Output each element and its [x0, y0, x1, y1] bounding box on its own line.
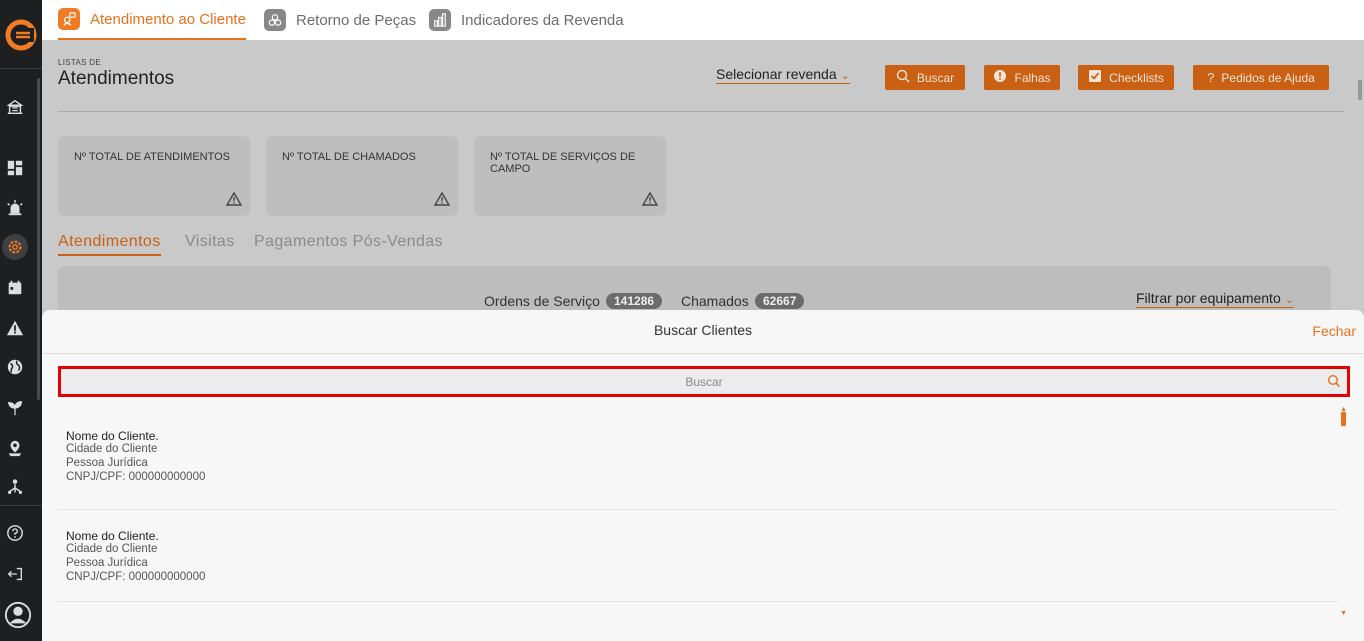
checklists-label: Checklists [1109, 70, 1164, 85]
tab-label: Indicadores da Revenda [461, 11, 624, 29]
client-doc: CNPJ/CPF: 000000000000 [66, 571, 206, 583]
top-tabs-bar: Atendimento ao Cliente Retorno de Peças … [42, 0, 1364, 40]
page-title: Atendimentos [58, 68, 175, 89]
list-scrollbar-thumb[interactable] [1341, 412, 1346, 426]
logout-icon [7, 567, 22, 581]
subtab-atendimentos[interactable]: Atendimentos [58, 233, 161, 256]
sidebar-item-help[interactable] [5, 523, 25, 543]
chamados-label: Chamados [681, 293, 749, 309]
chevron-down-icon: ⌄ [840, 70, 850, 82]
sidebar-item-calendar[interactable] [5, 278, 25, 298]
scroll-down-arrow-icon[interactable]: ▼ [1340, 610, 1347, 617]
warning-icon [434, 192, 450, 206]
stat-card-atendimentos: Nº TOTAL DE ATENDIMENTOS [58, 136, 250, 216]
search-field [58, 366, 1350, 397]
client-city: Cidade do Cliente [66, 543, 158, 555]
sidebar-item-plant[interactable] [5, 398, 25, 418]
gear-icon [8, 240, 22, 254]
pedidos-ajuda-button[interactable]: ? Pedidos de Ajuda [1193, 65, 1329, 90]
modal-header: Buscar Clientes Fechar [42, 310, 1364, 354]
tab-label: Atendimento ao Cliente [90, 10, 246, 28]
calendar-icon [8, 280, 22, 295]
sidebar-item-alarm[interactable] [5, 198, 25, 218]
chevron-down-icon: ⌄ [1284, 294, 1294, 306]
warning-icon [226, 192, 242, 206]
filtrar-equipamento-dropdown[interactable]: Filtrar por equipamento ⌄ [1136, 290, 1294, 308]
chamados-count-badge: 62667 [755, 293, 805, 309]
hierarchy-icon [7, 479, 23, 495]
sidebar-item-logout[interactable] [5, 564, 25, 584]
warning-icon [642, 192, 658, 206]
sidebar-item-location[interactable] [5, 438, 25, 458]
select-revenda-dropdown[interactable]: Selecionar revenda ⌄ [716, 66, 850, 84]
ordens-label: Ordens de Serviço [484, 293, 600, 309]
client-city: Cidade do Cliente [66, 443, 158, 455]
page-scrollbar[interactable] [1358, 80, 1362, 100]
client-type: Pessoa Jurídica [66, 457, 148, 469]
alert-circle-icon [993, 69, 1007, 86]
select-revenda-label: Selecionar revenda [716, 66, 837, 82]
close-button[interactable]: Fechar [1312, 323, 1356, 339]
question-icon: ? [1207, 70, 1215, 85]
stat-card-chamados: Nº TOTAL DE CHAMADOS [266, 136, 458, 216]
filtrar-label: Filtrar por equipamento [1136, 290, 1281, 306]
warning-icon [6, 320, 24, 336]
user-avatar-icon [4, 601, 32, 629]
stat-card-title: Nº TOTAL DE ATENDIMENTOS [74, 151, 231, 163]
tab-retorno-pecas[interactable]: Retorno de Peças [264, 0, 416, 40]
tab-atendimento[interactable]: Atendimento ao Cliente [58, 0, 246, 40]
service-person-icon [58, 8, 80, 30]
client-type: Pessoa Jurídica [66, 557, 148, 569]
sidebar-item-dashboard[interactable] [5, 158, 25, 178]
list-item[interactable]: Nome do Cliente. Cidade do Cliente Pesso… [58, 410, 1338, 510]
search-icon [896, 69, 910, 86]
subtab-visitas[interactable]: Visitas [185, 233, 235, 251]
building-icon [6, 99, 24, 115]
sidebar-scrollbar[interactable] [37, 78, 40, 400]
buscar-button[interactable]: Buscar [885, 65, 965, 90]
page-eyebrow: LISTAS DE [58, 58, 102, 67]
client-name: Nome do Cliente. [66, 529, 159, 543]
sidebar-item-dealer[interactable] [5, 97, 25, 117]
falhas-button[interactable]: Falhas [984, 65, 1060, 90]
globe-icon [7, 359, 23, 375]
alarm-icon [7, 199, 23, 216]
header-divider [58, 111, 1344, 112]
checklists-button[interactable]: Checklists [1078, 65, 1174, 90]
sidebar [0, 0, 42, 641]
search-icon[interactable] [1327, 374, 1341, 388]
list-item[interactable]: Nome do Cliente. Cidade do Cliente Pesso… [58, 510, 1338, 602]
stat-card-title: Nº TOTAL DE SERVIÇOS DE CAMPO [490, 151, 636, 175]
app-logo[interactable] [4, 18, 38, 52]
sidebar-item-profile[interactable] [3, 600, 33, 630]
sidebar-item-alerts[interactable] [5, 318, 25, 338]
help-icon [7, 525, 23, 541]
stat-card-title: Nº TOTAL DE CHAMADOS [282, 151, 416, 163]
stat-card-servicos-campo: Nº TOTAL DE SERVIÇOS DE CAMPO [474, 136, 666, 216]
sidebar-divider [0, 505, 42, 506]
sprout-icon [7, 401, 22, 416]
checkbox-icon [1088, 69, 1102, 86]
tab-label: Retorno de Peças [296, 11, 417, 29]
buscar-label: Buscar [916, 70, 955, 85]
falhas-label: Falhas [1014, 70, 1051, 85]
parts-icon [264, 9, 286, 31]
sidebar-item-hierarchy[interactable] [5, 477, 25, 497]
bar-chart-icon [429, 9, 451, 31]
sidebar-divider [0, 68, 42, 69]
map-pin-icon [8, 440, 22, 457]
sidebar-item-service[interactable] [2, 234, 28, 260]
subtab-pagamentos[interactable]: Pagamentos Pós-Vendas [254, 233, 443, 251]
pedidos-label: Pedidos de Ajuda [1221, 70, 1315, 85]
search-input[interactable] [61, 369, 1347, 394]
modal-title: Buscar Clientes [653, 322, 753, 338]
client-name: Nome do Cliente. [66, 429, 159, 443]
dashboard-icon [7, 160, 23, 176]
tab-indicadores[interactable]: Indicadores da Revenda [429, 0, 624, 40]
ordens-count-badge: 141286 [606, 293, 663, 309]
buscar-clientes-modal: Buscar Clientes Fechar ▲ Nome do Cliente… [42, 310, 1364, 641]
client-doc: CNPJ/CPF: 000000000000 [66, 471, 206, 483]
sidebar-item-globe[interactable] [5, 357, 25, 377]
